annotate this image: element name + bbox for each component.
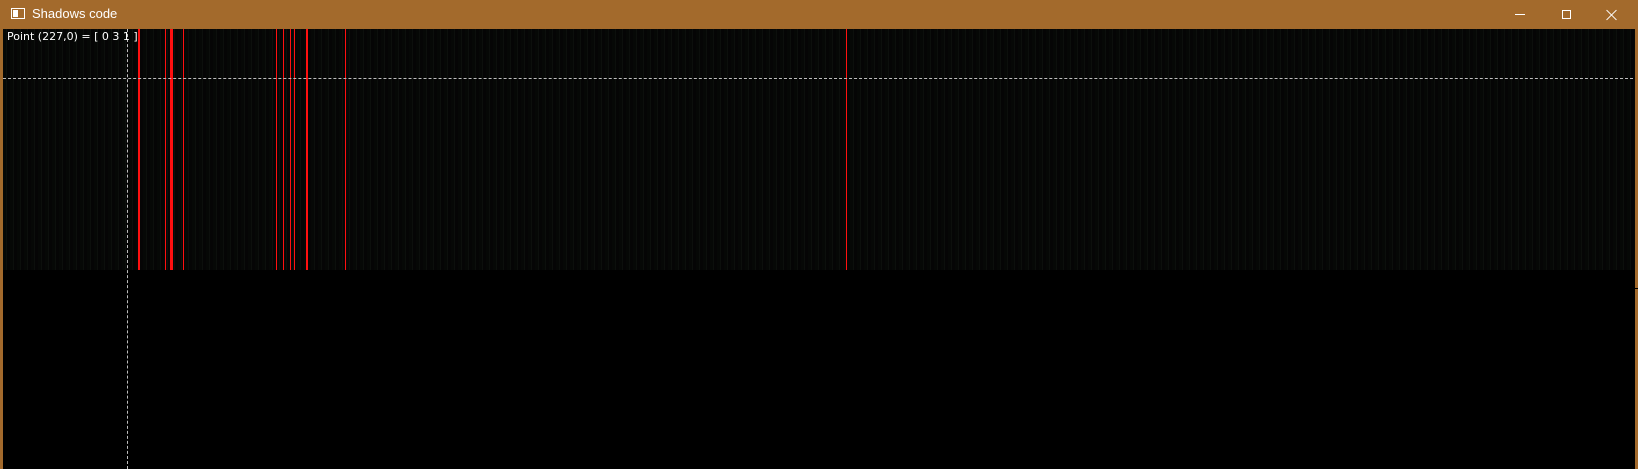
highlight-line <box>276 29 277 270</box>
highlight-line <box>165 29 166 270</box>
highlight-line <box>170 29 173 270</box>
highlight-lines <box>3 29 1635 270</box>
title-bar[interactable]: Shadows code <box>0 0 1638 29</box>
app-window-icon <box>11 8 25 19</box>
highlight-line <box>283 29 284 270</box>
window-title: Shadows code <box>32 6 118 21</box>
pixel-readout: Point (227,0) = [ 0 3 1 ] <box>7 30 138 43</box>
highlight-line <box>183 29 184 270</box>
minimize-icon <box>1515 14 1525 15</box>
highlight-line <box>306 29 308 270</box>
image-canvas[interactable]: Point (227,0) = [ 0 3 1 ] <box>3 29 1635 469</box>
highlight-line <box>846 29 847 270</box>
highlight-line <box>138 29 140 270</box>
maximize-button[interactable] <box>1543 0 1589 29</box>
highlight-line <box>294 29 295 270</box>
close-icon <box>1606 9 1618 21</box>
resize-edge[interactable] <box>1634 288 1638 289</box>
close-button[interactable] <box>1589 0 1635 29</box>
app-window: Shadows code Point (227,0) = [ 0 3 1] <box>0 0 1638 469</box>
crosshair-vertical <box>127 29 128 469</box>
minimize-button[interactable] <box>1497 0 1543 29</box>
crosshair-horizontal <box>3 78 1633 79</box>
highlight-line <box>290 29 291 270</box>
maximize-icon <box>1561 10 1571 19</box>
highlight-line <box>345 29 346 270</box>
